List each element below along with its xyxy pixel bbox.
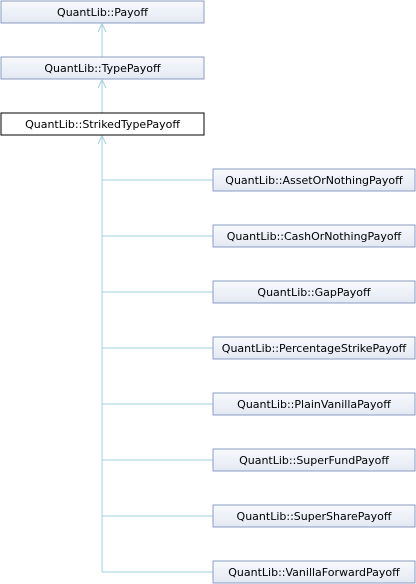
node-percentage-strike-payoff-label: QuantLib::PercentageStrikePayoff: [222, 342, 407, 355]
node-payoff[interactable]: QuantLib::Payoff: [0, 0, 205, 24]
node-cash-or-nothing-payoff[interactable]: QuantLib::CashOrNothingPayoff: [212, 224, 416, 248]
node-asset-or-nothing-payoff-label: QuantLib::AssetOrNothingPayoff: [225, 174, 403, 187]
node-vanilla-forward-payoff-label: QuantLib::VanillaForwardPayoff: [228, 566, 400, 579]
node-striked-type-payoff[interactable]: QuantLib::StrikedTypePayoff: [0, 112, 205, 136]
node-plain-vanilla-payoff-label: QuantLib::PlainVanillaPayoff: [237, 398, 391, 411]
node-plain-vanilla-payoff[interactable]: QuantLib::PlainVanillaPayoff: [212, 392, 416, 416]
node-payoff-label: QuantLib::Payoff: [57, 6, 148, 19]
node-vanilla-forward-payoff[interactable]: QuantLib::VanillaForwardPayoff: [212, 560, 416, 584]
node-type-payoff-label: QuantLib::TypePayoff: [44, 62, 161, 75]
node-super-fund-payoff[interactable]: QuantLib::SuperFundPayoff: [212, 448, 416, 472]
node-percentage-strike-payoff[interactable]: QuantLib::PercentageStrikePayoff: [212, 336, 416, 360]
node-gap-payoff-label: QuantLib::GapPayoff: [257, 286, 371, 299]
node-cash-or-nothing-payoff-label: QuantLib::CashOrNothingPayoff: [227, 230, 402, 243]
node-super-fund-payoff-label: QuantLib::SuperFundPayoff: [239, 454, 389, 467]
derived-classes: QuantLib::AssetOrNothingPayoffQuantLib::…: [212, 168, 416, 584]
node-gap-payoff[interactable]: QuantLib::GapPayoff: [212, 280, 416, 304]
inheritance-diagram: QuantLib::Payoff QuantLib::TypePayoff Qu…: [0, 0, 416, 584]
node-super-share-payoff-label: QuantLib::SuperSharePayoff: [237, 510, 392, 523]
inheritance-edges: [97, 22, 213, 573]
node-type-payoff[interactable]: QuantLib::TypePayoff: [0, 56, 205, 80]
node-super-share-payoff[interactable]: QuantLib::SuperSharePayoff: [212, 504, 416, 528]
node-asset-or-nothing-payoff[interactable]: QuantLib::AssetOrNothingPayoff: [212, 168, 416, 192]
node-striked-type-payoff-label: QuantLib::StrikedTypePayoff: [25, 118, 180, 131]
